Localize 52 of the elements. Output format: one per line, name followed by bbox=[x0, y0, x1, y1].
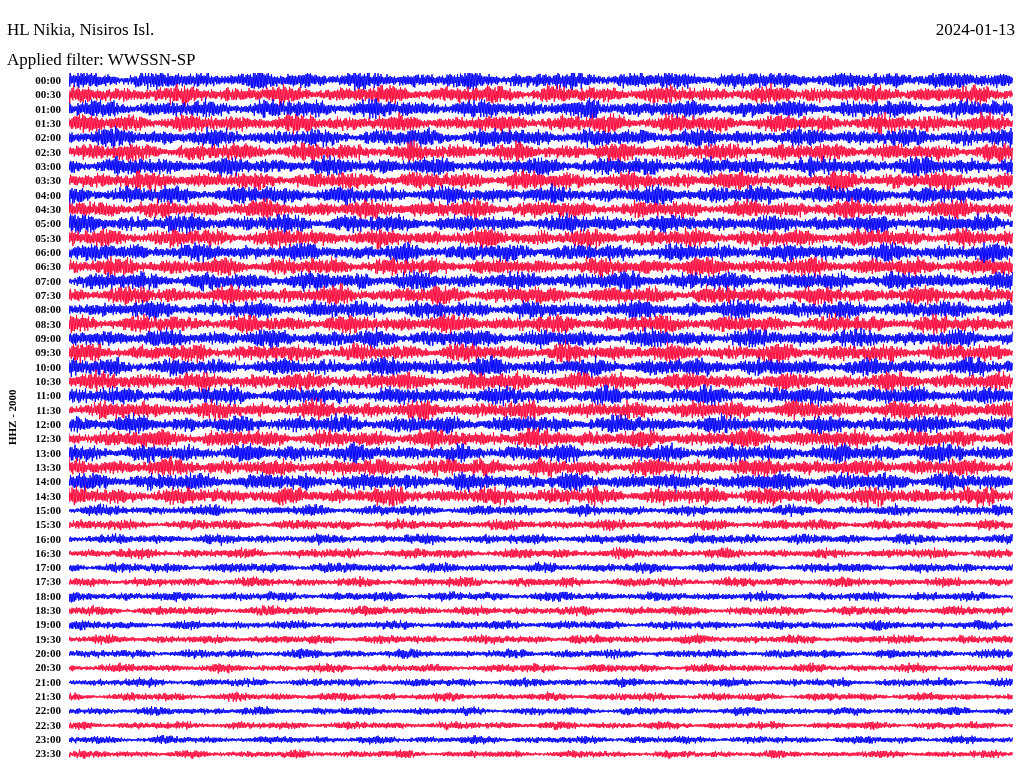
time-label: 23:30 bbox=[35, 746, 61, 761]
time-label: 00:30 bbox=[35, 87, 61, 102]
time-label: 01:30 bbox=[35, 116, 61, 131]
date-label: 2024-01-13 bbox=[935, 19, 1015, 41]
time-label: 18:00 bbox=[35, 588, 61, 604]
time-label: 19:00 bbox=[35, 617, 61, 632]
time-label: 13:00 bbox=[35, 445, 61, 460]
time-label: 06:00 bbox=[35, 244, 61, 260]
time-label: 01:00 bbox=[35, 101, 61, 116]
time-label: 04:30 bbox=[35, 201, 61, 217]
time-label: 02:30 bbox=[35, 144, 61, 159]
time-label: 03:30 bbox=[35, 173, 61, 188]
time-label: 12:00 bbox=[35, 416, 61, 432]
time-label: 08:30 bbox=[35, 316, 61, 331]
time-label: 20:00 bbox=[35, 646, 61, 661]
axis-label: HHZ - 2000 bbox=[4, 389, 19, 445]
time-label: 07:00 bbox=[35, 273, 61, 288]
time-label: 17:00 bbox=[35, 560, 61, 575]
station-title: HL Nikia, Nisiros Isl. bbox=[7, 19, 156, 41]
time-label: 04:00 bbox=[35, 187, 61, 202]
time-label: 05:30 bbox=[35, 230, 61, 245]
time-label: 00:00 bbox=[35, 73, 61, 88]
time-label: 20:30 bbox=[35, 660, 61, 675]
time-label: 10:00 bbox=[35, 359, 61, 374]
time-label: 08:00 bbox=[35, 302, 61, 317]
time-label: 13:30 bbox=[35, 459, 61, 475]
time-label: 19:30 bbox=[35, 631, 61, 647]
time-label: 06:30 bbox=[35, 259, 61, 274]
time-label: 17:30 bbox=[35, 574, 61, 589]
time-label: 14:00 bbox=[35, 474, 61, 489]
time-label: 16:30 bbox=[35, 545, 61, 561]
time-label: 09:00 bbox=[35, 330, 61, 346]
time-label: 21:30 bbox=[35, 689, 61, 704]
time-label: 10:30 bbox=[35, 373, 61, 389]
time-label: 22:00 bbox=[35, 703, 61, 718]
time-label: 11:30 bbox=[35, 402, 61, 417]
time-label: 03:00 bbox=[35, 158, 61, 174]
time-label: 09:30 bbox=[35, 345, 61, 360]
time-label: 15:00 bbox=[35, 502, 61, 518]
time-label: 14:30 bbox=[35, 488, 61, 503]
filter-label: Applied filter: WWSSN-SP bbox=[7, 49, 196, 71]
time-label: 12:30 bbox=[35, 431, 61, 446]
time-label: 11:00 bbox=[35, 388, 61, 403]
time-label: 18:30 bbox=[35, 603, 61, 618]
time-label: 16:00 bbox=[35, 531, 61, 546]
time-label: 15:30 bbox=[35, 517, 61, 532]
time-label: 05:00 bbox=[35, 216, 61, 231]
time-label: 23:00 bbox=[35, 732, 61, 747]
time-label: 21:00 bbox=[35, 674, 61, 690]
time-label: 07:30 bbox=[35, 287, 61, 303]
time-label: 02:00 bbox=[35, 130, 61, 145]
time-label: 22:30 bbox=[35, 717, 61, 733]
